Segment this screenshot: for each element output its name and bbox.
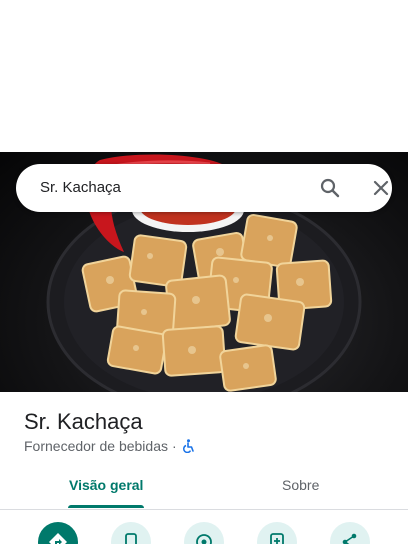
search-input[interactable]: Sr. Kachaça bbox=[40, 178, 121, 198]
wheelchair-accessible-icon bbox=[181, 439, 195, 454]
tab-about[interactable]: Sobre bbox=[282, 476, 319, 494]
close-icon[interactable] bbox=[369, 176, 393, 200]
tab-bar: Visão geral Sobre bbox=[0, 468, 408, 510]
search-icon[interactable] bbox=[318, 176, 342, 200]
live-view-button[interactable] bbox=[184, 522, 224, 544]
call-button[interactable] bbox=[111, 522, 151, 544]
search-bar[interactable]: Sr. Kachaça bbox=[16, 164, 392, 212]
place-subtitle: Fornecedor de bebidas · bbox=[24, 437, 195, 455]
save-button[interactable] bbox=[257, 522, 297, 544]
save-icon bbox=[270, 533, 284, 544]
tab-overview[interactable]: Visão geral bbox=[69, 476, 143, 494]
separator-dot: · bbox=[172, 438, 177, 454]
place-title: Sr. Kachaça bbox=[24, 409, 143, 434]
phone-icon bbox=[125, 533, 137, 544]
action-buttons-row bbox=[0, 522, 408, 544]
directions-button[interactable] bbox=[38, 522, 78, 544]
live-view-icon bbox=[196, 534, 212, 544]
place-category: Fornecedor de bebidas bbox=[24, 438, 168, 454]
active-tab-indicator bbox=[68, 505, 144, 508]
directions-icon bbox=[49, 533, 67, 544]
share-button[interactable] bbox=[330, 522, 370, 544]
share-icon bbox=[342, 533, 357, 544]
blank-map-area bbox=[0, 0, 408, 152]
